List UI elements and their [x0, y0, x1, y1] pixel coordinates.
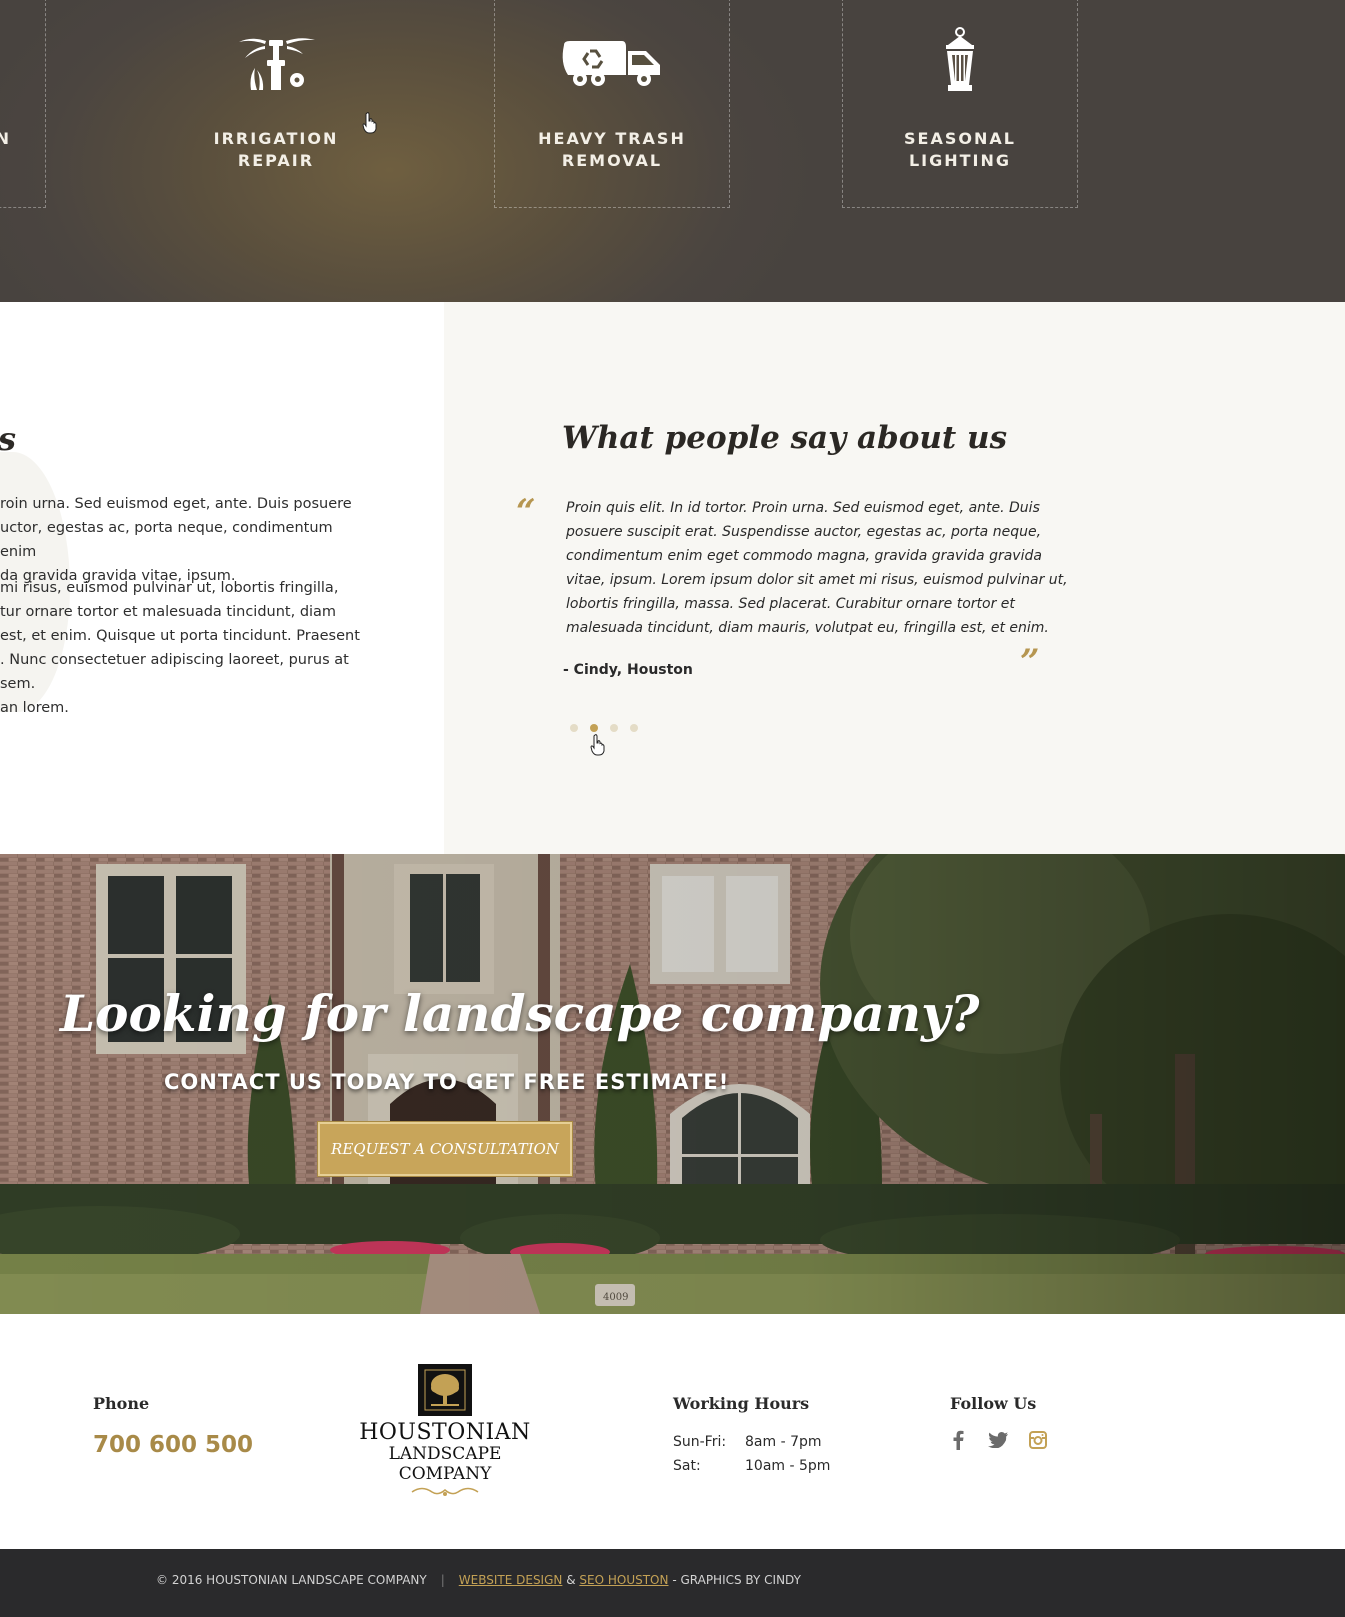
testimonial-author: - Cindy, Houston [563, 662, 693, 678]
hand-cursor-icon [362, 112, 377, 134]
hours-day: Sun-Fri: [673, 1434, 727, 1450]
hours-time: 10am - 5pm [745, 1458, 831, 1474]
copyright-line: © 2016 HOUSTONIAN LANDSCAPE COMPANY | WEBS… [156, 1573, 801, 1587]
service-label-lighting: SEASONAL LIGHTING [904, 129, 1016, 170]
separator: | [440, 1573, 445, 1587]
seo-houston-link[interactable]: SEO HOUSTON [579, 1573, 668, 1587]
twitter-icon[interactable] [988, 1430, 1008, 1450]
tree-logo-icon [418, 1364, 472, 1416]
company-logo[interactable]: HOUSTONIAN LANDSCAPE COMPANY [340, 1364, 550, 1503]
working-hours-label: Working Hours [673, 1394, 810, 1413]
recycling-truck-icon [495, 24, 729, 100]
about-section: s roin urna. Sed euismod eget, ante. Dui… [0, 302, 444, 854]
open-quote-icon: “ [516, 492, 536, 532]
cta-title: Looking for landscape company? [60, 984, 980, 1043]
request-consultation-button[interactable]: REQUEST A CONSULTATION [317, 1121, 573, 1177]
slider-dot-active[interactable] [590, 724, 598, 732]
hours-row: Sun-Fri: 8am - 7pm [673, 1430, 830, 1454]
slider-dot[interactable] [570, 724, 578, 732]
cta-hero: 4009 Looking for landscape company? CONT… [0, 854, 1345, 1314]
about-heading: s [0, 420, 16, 458]
testimonial-pagination [570, 724, 638, 732]
logo-subtitle: LANDSCAPE COMPANY [388, 1444, 502, 1484]
hours-time: 8am - 7pm [745, 1434, 822, 1450]
social-links [948, 1430, 1048, 1450]
bottom-bar: © 2016 HOUSTONIAN LANDSCAPE COMPANY | WEBS… [0, 1549, 1345, 1617]
service-card-lighting[interactable]: SEASONAL LIGHTING [842, 0, 1078, 208]
service-label-irrigation: IRRIGATION REPAIR [213, 129, 339, 170]
close-quote-icon: ” [1020, 642, 1040, 682]
service-card-irrigation[interactable]: IRRIGATION REPAIR [158, 0, 394, 208]
hand-cursor-icon [590, 734, 605, 756]
ampersand: & [566, 1573, 576, 1587]
hours-day: Sat: [673, 1458, 701, 1474]
service-card-trash[interactable]: HEAVY TRASH REMOVAL [494, 0, 730, 208]
about-paragraph: roin urna. Sed euismod eget, ante. Duis … [0, 496, 352, 584]
lantern-icon [843, 24, 1077, 100]
about-paragraph: mi risus, euismod pulvinar ut, lobortis … [0, 580, 360, 716]
phone-label: Phone [93, 1394, 150, 1413]
services-band: N IRRIGATION REPAIR HEAVY TRASH REMOVAL … [0, 0, 1345, 302]
footer: Phone 700 600 500 HOUSTONIAN LANDSCAPE C… [0, 1314, 1345, 1549]
working-hours-list: Sun-Fri: 8am - 7pm Sat: 10am - 5pm [673, 1430, 830, 1478]
service-label-trash: HEAVY TRASH REMOVAL [538, 129, 686, 170]
ornament-icon [411, 1487, 479, 1496]
testimonials-heading: What people say about us [562, 420, 1008, 456]
website-design-link[interactable]: WEBSITE DESIGN [459, 1573, 563, 1587]
service-label: N [0, 129, 11, 148]
phone-number-link[interactable]: 700 600 500 [93, 1432, 253, 1458]
graphics-credit: - GRAPHICS BY CINDY [672, 1573, 801, 1587]
testimonials-section: What people say about us “ Proin quis el… [444, 302, 1345, 854]
logo-wordmark: HOUSTONIAN [359, 1420, 531, 1445]
sprinkler-icon [159, 24, 393, 100]
hours-row: Sat: 10am - 5pm [673, 1454, 830, 1478]
testimonial-text: Proin quis elit. In id tortor. Proin urn… [566, 500, 1068, 636]
copyright-text: © 2016 HOUSTONIAN LANDSCAPE COMPANY [156, 1573, 427, 1587]
slider-dot[interactable] [630, 724, 638, 732]
follow-us-label: Follow Us [950, 1394, 1037, 1413]
facebook-icon[interactable] [948, 1430, 968, 1450]
cta-subtitle: CONTACT US TODAY TO GET FREE ESTIMATE! [164, 1070, 730, 1094]
service-card-partial[interactable]: N [0, 0, 46, 208]
slider-dot[interactable] [610, 724, 618, 732]
instagram-icon[interactable] [1028, 1430, 1048, 1450]
